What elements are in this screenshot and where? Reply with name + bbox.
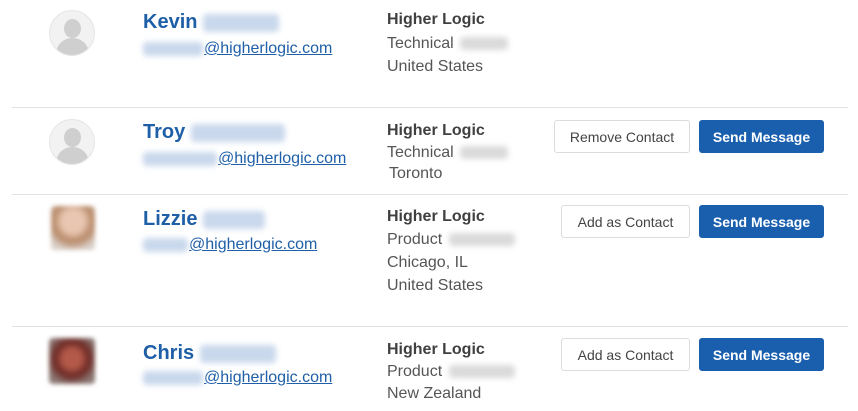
- redacted-last-name: [199, 344, 276, 363]
- add-contact-button[interactable]: Add as Contact: [561, 205, 690, 238]
- contact-name[interactable]: Chris: [143, 342, 276, 365]
- redacted-last-name: [203, 13, 280, 32]
- row-divider: [12, 107, 848, 108]
- contact-name[interactable]: Kevin: [143, 11, 280, 34]
- send-message-button[interactable]: Send Message: [699, 205, 824, 238]
- redacted-last-name: [203, 210, 266, 229]
- location-country: United States: [387, 277, 484, 294]
- contact-name[interactable]: Troy: [143, 121, 285, 144]
- redacted-email-user: [143, 237, 188, 252]
- send-message-button[interactable]: Send Message: [699, 338, 824, 371]
- redacted-last-name: [190, 123, 285, 142]
- location: United States: [387, 58, 484, 75]
- job-title: Technical: [387, 144, 509, 162]
- redacted-title: [448, 365, 515, 379]
- location: New Zealand: [387, 385, 482, 402]
- remove-contact-button[interactable]: Remove Contact: [554, 120, 690, 153]
- job-title: Technical: [387, 35, 509, 53]
- company-name: Higher Logic: [387, 11, 485, 28]
- row-divider: [12, 326, 848, 327]
- redacted-title: [460, 37, 509, 51]
- location-city: Chicago, IL: [387, 254, 468, 271]
- company-name: Higher Logic: [387, 341, 485, 358]
- row-divider: [12, 194, 848, 195]
- user-photo-avatar[interactable]: [51, 206, 95, 250]
- user-photo-avatar[interactable]: [49, 338, 95, 384]
- contact-email-link[interactable]: @higherlogic.com: [143, 150, 346, 168]
- contact-email-link[interactable]: @higherlogic.com: [143, 236, 317, 254]
- add-contact-button[interactable]: Add as Contact: [561, 338, 690, 371]
- location: Toronto: [389, 165, 443, 182]
- redacted-title: [448, 233, 515, 247]
- company-name: Higher Logic: [387, 122, 485, 139]
- job-title: Product: [387, 363, 515, 381]
- redacted-email-user: [143, 370, 203, 385]
- company-name: Higher Logic: [387, 208, 485, 225]
- job-title: Product: [387, 231, 515, 249]
- contact-email-link[interactable]: @higherlogic.com: [143, 369, 332, 387]
- redacted-email-user: [143, 151, 217, 166]
- contact-email-link[interactable]: @higherlogic.com: [143, 40, 332, 58]
- redacted-email-user: [143, 41, 203, 56]
- contact-name[interactable]: Lizzie: [143, 208, 266, 231]
- redacted-title: [460, 146, 509, 160]
- default-user-avatar-icon[interactable]: [49, 119, 95, 165]
- send-message-button[interactable]: Send Message: [699, 120, 824, 153]
- default-user-avatar-icon[interactable]: [49, 10, 95, 56]
